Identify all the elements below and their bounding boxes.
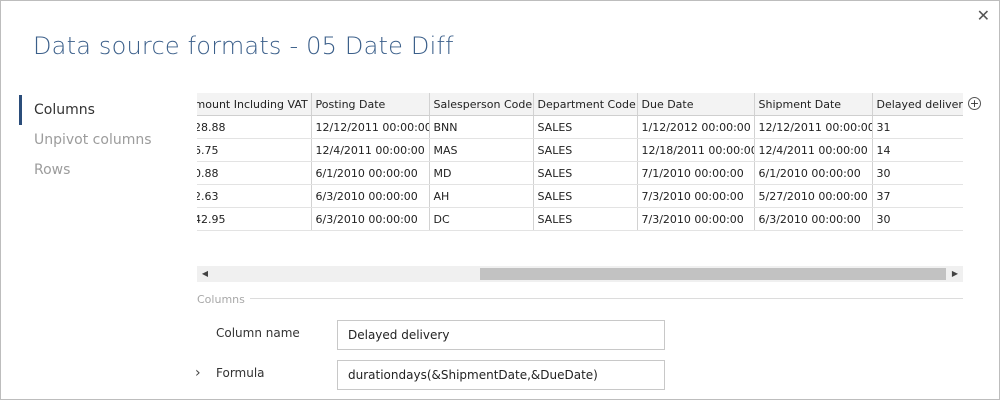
table-cell: 6/3/2010 00:00:00 xyxy=(754,207,873,231)
table-row[interactable]: 60.88 6/1/2010 00:00:00 MD SALES 7/1/201… xyxy=(197,161,963,185)
table-cell: 328.88 xyxy=(197,115,312,139)
table-cell: MD xyxy=(429,161,534,185)
column-header-shipment-date[interactable]: Shipment Date xyxy=(754,93,873,116)
nav-item-columns[interactable]: Columns xyxy=(19,95,179,125)
nav-item-rows[interactable]: Rows xyxy=(19,155,179,185)
column-header-due-date[interactable]: Due Date xyxy=(637,93,755,116)
table-cell: 60.88 xyxy=(197,161,312,185)
table-cell: AH xyxy=(429,184,534,208)
table-cell: 12/18/2011 00:00:00 xyxy=(637,138,755,162)
table-cell: 37 xyxy=(872,184,963,208)
column-name-field[interactable]: Delayed delivery xyxy=(337,320,665,350)
column-header-salesperson-code[interactable]: Salesperson Code xyxy=(429,93,534,116)
formula-field[interactable]: durationdays(&ShipmentDate,&DueDate) xyxy=(337,360,665,390)
header-row: Amount Including VAT Posting Date Salesp… xyxy=(197,93,963,116)
table-cell: DC xyxy=(429,207,534,231)
data-grid: Amount Including VAT Posting Date Salesp… xyxy=(197,93,963,233)
table-cell: SALES xyxy=(533,161,638,185)
scrollbar-thumb[interactable] xyxy=(480,268,946,280)
table-cell: SALES xyxy=(533,184,638,208)
table-cell: 12/4/2011 00:00:00 xyxy=(754,138,873,162)
table-cell: 6/1/2010 00:00:00 xyxy=(754,161,873,185)
table-cell: 12/12/2011 00:00:00 xyxy=(754,115,873,139)
column-name-label: Column name xyxy=(216,326,300,340)
close-icon[interactable]: ✕ xyxy=(977,6,990,26)
column-header-department-code[interactable]: Department Code xyxy=(533,93,638,116)
table-row[interactable]: 842.95 6/3/2010 00:00:00 DC SALES 7/3/20… xyxy=(197,207,963,231)
formula-label: Formula xyxy=(216,366,265,380)
section-nav: Columns Unpivot columns Rows xyxy=(19,95,179,185)
table-cell: 1/12/2012 00:00:00 xyxy=(637,115,755,139)
table-cell: 12/12/2011 00:00:00 xyxy=(311,115,430,139)
table-cell: 7/3/2010 00:00:00 xyxy=(637,184,755,208)
table-cell: 62.63 xyxy=(197,184,312,208)
dialog-title: Data source formats - 05 Date Diff xyxy=(33,32,454,60)
data-table: Amount Including VAT Posting Date Salesp… xyxy=(197,93,963,231)
horizontal-scrollbar[interactable]: ◀ ▶ xyxy=(197,266,963,282)
table-cell: 30 xyxy=(872,161,963,185)
table-cell: 6/3/2010 00:00:00 xyxy=(311,184,430,208)
table-cell: 6/1/2010 00:00:00 xyxy=(311,161,430,185)
table-row[interactable]: 62.63 6/3/2010 00:00:00 AH SALES 7/3/201… xyxy=(197,184,963,208)
table-cell: 6/3/2010 00:00:00 xyxy=(311,207,430,231)
column-header-posting-date[interactable]: Posting Date xyxy=(311,93,430,116)
table-cell: SALES xyxy=(533,138,638,162)
table-cell: 5/27/2010 00:00:00 xyxy=(754,184,873,208)
table-cell: 30 xyxy=(872,207,963,231)
table-cell: BNN xyxy=(429,115,534,139)
table-cell: 14 xyxy=(872,138,963,162)
table-cell: SALES xyxy=(533,115,638,139)
scroll-right-icon[interactable]: ▶ xyxy=(947,266,963,282)
column-header-delayed-delivery[interactable]: Delayed delivery xyxy=(872,93,963,116)
chevron-right-icon[interactable]: › xyxy=(195,365,201,381)
table-cell: MAS xyxy=(429,138,534,162)
scroll-left-icon[interactable]: ◀ xyxy=(197,266,213,282)
table-cell: 7/3/2010 00:00:00 xyxy=(637,207,755,231)
table-cell: SALES xyxy=(533,207,638,231)
columns-section-label: Columns xyxy=(197,293,245,306)
add-column-icon[interactable]: + xyxy=(968,97,981,110)
section-divider xyxy=(250,298,963,299)
table-cell: 7/1/2010 00:00:00 xyxy=(637,161,755,185)
nav-item-unpivot-columns[interactable]: Unpivot columns xyxy=(19,125,179,155)
table-cell: 12/4/2011 00:00:00 xyxy=(311,138,430,162)
table-row[interactable]: 66.75 12/4/2011 00:00:00 MAS SALES 12/18… xyxy=(197,138,963,162)
table-cell: 31 xyxy=(872,115,963,139)
table-row[interactable]: 328.88 12/12/2011 00:00:00 BNN SALES 1/1… xyxy=(197,115,963,139)
column-header-amount-including-vat[interactable]: Amount Including VAT xyxy=(197,93,312,116)
table-cell: 66.75 xyxy=(197,138,312,162)
table-cell: 842.95 xyxy=(197,207,312,231)
